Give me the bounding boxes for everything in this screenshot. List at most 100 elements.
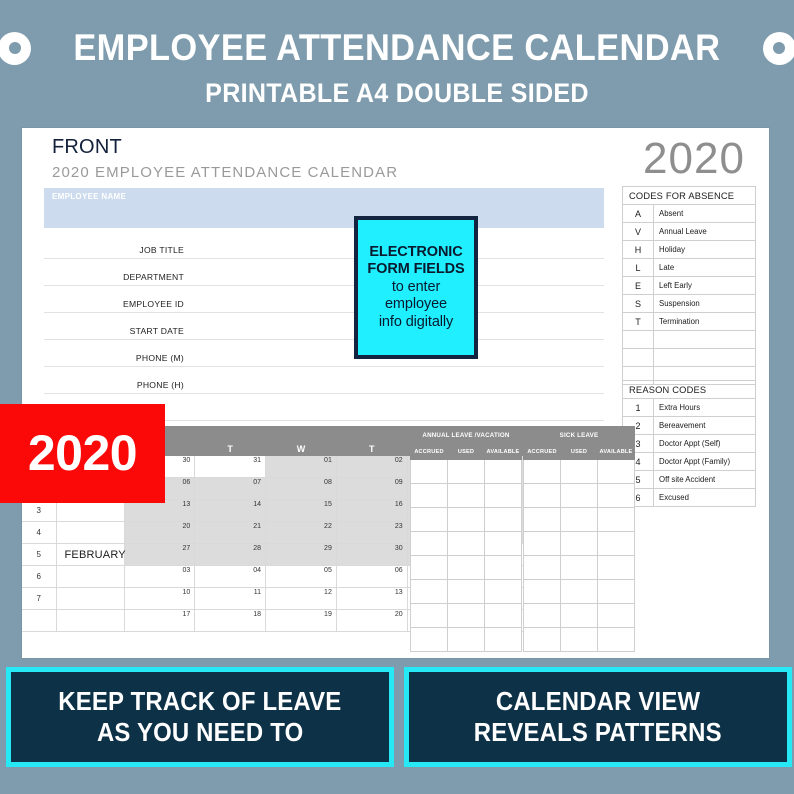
calendar-day-cell[interactable]: 23 [335, 521, 408, 544]
form-row[interactable]: PHONE (M) [44, 340, 604, 367]
calendar-day-cell[interactable]: 14 [194, 499, 267, 522]
document-side-label: FRONT [52, 136, 122, 158]
table-row: S Suspension [622, 294, 756, 313]
calendar-day-cell[interactable]: 05 [265, 565, 337, 588]
leave-cell[interactable] [484, 507, 522, 532]
calendar-day-cell[interactable]: 29 [265, 543, 337, 566]
calendar-day-cell[interactable]: 01 [265, 455, 337, 478]
leave-cell[interactable] [447, 507, 485, 532]
calendar-day-cell[interactable]: 11 [194, 587, 267, 610]
calendar-day-cell[interactable]: 10 [123, 587, 196, 610]
week-number: 6 [22, 565, 57, 588]
leave-cell[interactable] [410, 507, 448, 532]
leave-cell[interactable] [560, 555, 598, 580]
leave-cell[interactable] [523, 483, 561, 508]
calendar-day-cell[interactable]: 16 [335, 499, 408, 522]
leave-cell[interactable] [484, 603, 522, 628]
form-row[interactable]: JOB TITLE [44, 232, 604, 259]
column-header: AVAILABLE [597, 444, 635, 460]
code-key: 1 [622, 398, 654, 417]
leave-cell[interactable] [560, 579, 598, 604]
leave-cell[interactable] [560, 459, 598, 484]
leave-cell[interactable] [523, 555, 561, 580]
leave-cell[interactable] [597, 483, 635, 508]
leave-cell[interactable] [560, 603, 598, 628]
leave-cell[interactable] [523, 627, 561, 652]
calendar-day-cell[interactable]: 07 [194, 477, 267, 500]
leave-cell[interactable] [597, 579, 635, 604]
calendar-day-cell[interactable]: 09 [335, 477, 408, 500]
leave-cell[interactable] [597, 531, 635, 556]
leave-cell[interactable] [523, 531, 561, 556]
day-header: T [335, 441, 408, 456]
leave-cell[interactable] [597, 459, 635, 484]
leave-cell[interactable] [410, 603, 448, 628]
leave-cell[interactable] [523, 459, 561, 484]
calendar-day-cell[interactable]: 30 [335, 543, 408, 566]
leave-cell[interactable] [447, 627, 485, 652]
page-title: EMPLOYEE ATTENDANCE CALENDAR [73, 27, 721, 68]
form-row[interactable]: DEPARTMENT [44, 259, 604, 286]
leave-cell[interactable] [560, 483, 598, 508]
leave-cell[interactable] [597, 507, 635, 532]
banner-line-1: KEEP TRACK OF LEAVE [58, 686, 342, 716]
calendar-day-cell[interactable]: 19 [265, 609, 337, 632]
calendar-day-cell[interactable]: 20 [335, 609, 408, 632]
leave-cell[interactable] [410, 555, 448, 580]
leave-cell[interactable] [447, 555, 485, 580]
leave-cell[interactable] [447, 531, 485, 556]
leave-cell[interactable] [447, 483, 485, 508]
leave-cell[interactable] [523, 507, 561, 532]
leave-cell[interactable] [447, 579, 485, 604]
leave-cell[interactable] [484, 531, 522, 556]
table-row: 2 Bereavement [622, 416, 756, 435]
leave-cell[interactable] [484, 627, 522, 652]
code-key: S [622, 294, 654, 313]
form-row[interactable]: START DATE [44, 313, 604, 340]
leave-cell[interactable] [410, 459, 448, 484]
calendar-day-cell[interactable]: 02 [335, 455, 408, 478]
leave-cell[interactable] [597, 627, 635, 652]
leave-cell[interactable] [523, 579, 561, 604]
calendar-day-cell[interactable]: 06 [335, 565, 408, 588]
leave-cell[interactable] [447, 459, 485, 484]
month-label [55, 587, 125, 610]
leave-cell[interactable] [484, 555, 522, 580]
calendar-day-cell[interactable]: 04 [194, 565, 267, 588]
leave-cell[interactable] [560, 627, 598, 652]
leave-cell[interactable] [597, 555, 635, 580]
form-row[interactable]: PHONE (H) [44, 367, 604, 394]
leave-cell[interactable] [484, 459, 522, 484]
calendar-day-cell[interactable]: 28 [194, 543, 267, 566]
leave-cell[interactable] [560, 531, 598, 556]
calendar-day-cell[interactable]: 13 [335, 587, 408, 610]
annual-leave-title: ANNUAL LEAVE /VACATION [410, 426, 522, 445]
banner-line-2: AS YOU NEED TO [96, 717, 304, 747]
calendar-day-cell[interactable]: 27 [123, 543, 196, 566]
calendar-day-cell[interactable]: 31 [194, 455, 267, 478]
calendar-day-cell[interactable]: 03 [123, 565, 196, 588]
leave-cell[interactable] [560, 507, 598, 532]
calendar-day-cell[interactable]: 21 [194, 521, 267, 544]
calendar-day-cell[interactable]: 15 [265, 499, 337, 522]
calendar-day-cell[interactable]: 22 [265, 521, 337, 544]
leave-cell[interactable] [410, 579, 448, 604]
calendar-day-cell[interactable]: 18 [194, 609, 267, 632]
employee-name-field[interactable]: EMPLOYEE NAME [44, 188, 604, 228]
leave-cell[interactable] [523, 603, 561, 628]
leave-cell[interactable] [484, 483, 522, 508]
absence-codes-table: CODES FOR ABSENCE A Absent V Annual Leave … [622, 186, 756, 385]
table-row: 3 Doctor Appt (Self) [622, 434, 756, 453]
form-row[interactable]: EMPLOYEE ID [44, 286, 604, 313]
leave-cell[interactable] [410, 627, 448, 652]
month-label [55, 565, 125, 588]
calendar-day-cell[interactable]: 12 [265, 587, 337, 610]
leave-cell[interactable] [447, 603, 485, 628]
calendar-day-cell[interactable]: 08 [265, 477, 337, 500]
leave-cell[interactable] [410, 531, 448, 556]
leave-cell[interactable] [597, 603, 635, 628]
leave-cell[interactable] [484, 579, 522, 604]
calendar-day-cell[interactable]: 20 [123, 521, 196, 544]
leave-cell[interactable] [410, 483, 448, 508]
calendar-day-cell[interactable]: 17 [123, 609, 196, 632]
